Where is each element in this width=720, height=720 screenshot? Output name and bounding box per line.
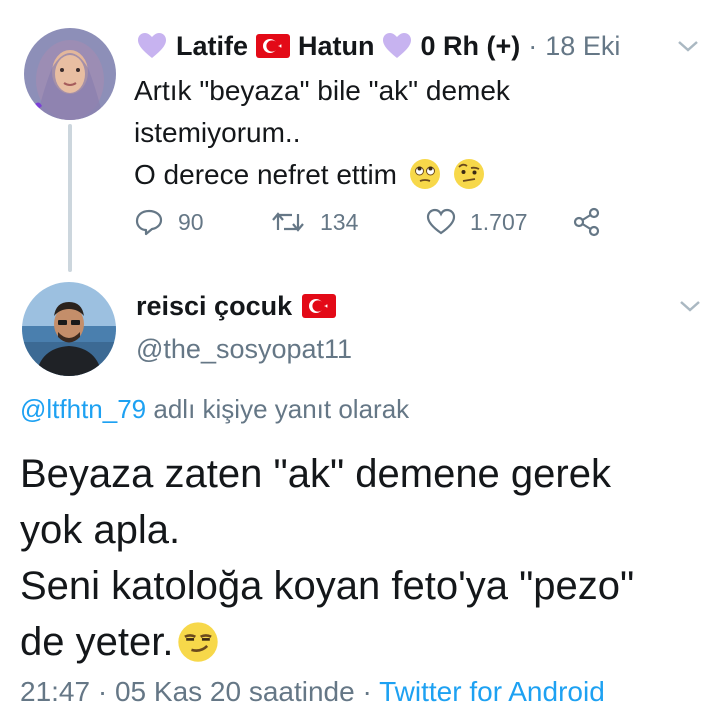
turkey-flag-icon (302, 294, 337, 318)
tweet-text-line-content: O derece nefret ettim (134, 159, 398, 190)
tweet-text-line: Seni katoloğa koyan feto'ya "pezo" (20, 564, 635, 608)
retweet-button[interactable]: 134 (270, 208, 426, 236)
reply-icon (135, 209, 163, 236)
user-name[interactable]: reisci çocuk (136, 291, 292, 322)
tweet2-header: reisci çocuk (136, 288, 337, 324)
user-name-part1[interactable]: Latife (176, 31, 248, 62)
like-button[interactable]: 1.707 (426, 208, 572, 236)
user-name-part3[interactable]: 0 Rh (+) (421, 31, 521, 62)
separator-dot: · (362, 676, 372, 707)
tweet1-action-bar: 90 134 1.707 (134, 204, 616, 240)
share-button[interactable] (572, 207, 616, 237)
like-icon (426, 208, 456, 235)
chevron-down-icon[interactable] (676, 38, 700, 54)
tweet-text-line: Beyaza zaten "ak" demene gerek (20, 452, 611, 496)
tweet-text-line: istemiyorum.. (134, 117, 301, 148)
tweet-text-line: Artık "beyaza" bile "ak" demek (134, 75, 510, 106)
tweet-text-line: O derece nefret ettim (134, 154, 674, 196)
separator-dot: · (528, 30, 538, 61)
source-app-link[interactable]: Twitter for Android (379, 676, 605, 707)
reply-context-text: adlı kişiye yanıt olarak (153, 394, 410, 424)
retweet-icon (272, 212, 304, 232)
smirk-emoji-icon (178, 622, 219, 662)
separator-dot: · (97, 676, 108, 707)
tweet-text-line: de yeter. (20, 614, 710, 670)
eye-roll-emoji-icon (409, 159, 440, 189)
chevron-down-icon[interactable] (678, 298, 702, 314)
reply-context: @ltfhtn_79 adlı kişiye yanıt olarak (20, 394, 409, 425)
thread-connector-line (68, 124, 72, 272)
tweet-text-line-content: de yeter. (20, 620, 174, 664)
tweet-date: 05 Kas 20 saatinde (114, 676, 355, 707)
share-icon (573, 207, 600, 237)
purple-heart-icon (138, 33, 166, 58)
tweet2-text: Beyaza zaten "ak" demene gerek yok apla.… (20, 446, 710, 670)
tweet-text-line: yok apla. (20, 508, 181, 552)
avatar[interactable] (24, 28, 116, 120)
avatar[interactable] (22, 282, 116, 376)
tweet1-text: Artık "beyaza" bile "ak" demek istemiyor… (134, 70, 674, 196)
retweet-count: 134 (320, 208, 359, 235)
tweet2-meta: 21:47 · 05 Kas 20 saatinde · Twitter for… (20, 676, 605, 708)
tweet1-header: Latife Hatun 0 Rh (+) · 18 Eki (134, 28, 620, 64)
purple-heart-icon (382, 33, 411, 58)
raised-eyebrow-emoji-icon (453, 159, 484, 189)
user-name-part2[interactable]: Hatun (298, 31, 375, 62)
reply-button[interactable]: 90 (134, 208, 270, 236)
tweet-time: 21:47 (20, 676, 91, 707)
like-count: 1.707 (470, 208, 528, 235)
turkey-flag-icon (256, 34, 291, 58)
reply-mention-link[interactable]: @ltfhtn_79 (20, 394, 146, 424)
reply-count: 90 (178, 208, 204, 235)
user-handle[interactable]: @the_sosyopat11 (136, 334, 352, 365)
tweet-date[interactable]: 18 Eki (545, 31, 620, 62)
